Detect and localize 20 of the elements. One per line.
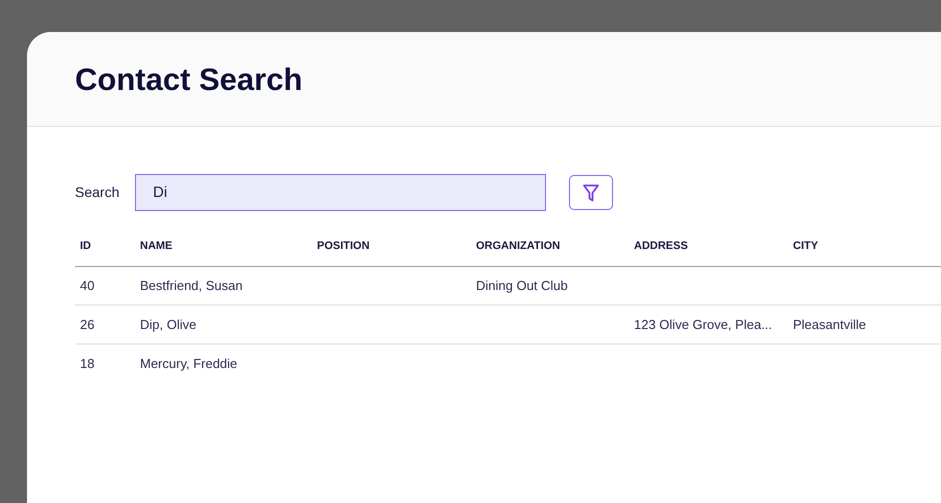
column-header[interactable]: ADDRESS xyxy=(634,240,688,252)
page-title: Contact Search xyxy=(75,60,302,99)
table-cell: 40 xyxy=(80,278,94,292)
table-cell: Dip, Olive xyxy=(140,316,196,332)
search-label: Search xyxy=(75,183,120,202)
column-header[interactable]: ORGANIZATION xyxy=(476,240,560,252)
table-cell: Bestfriend, Susan xyxy=(140,278,243,292)
search-field[interactable]: Di xyxy=(135,174,546,211)
table-cell: Mercury, Freddie xyxy=(140,356,238,372)
filter-button[interactable] xyxy=(569,175,613,210)
table-cell: Pleasantville xyxy=(793,316,866,332)
column-header[interactable]: CITY xyxy=(793,240,818,252)
table-cell: 18 xyxy=(80,356,94,372)
column-header[interactable]: NAME xyxy=(140,240,172,252)
filter-icon xyxy=(583,184,599,202)
column-header[interactable]: ID xyxy=(80,240,91,252)
table-cell: Dining Out Club xyxy=(476,278,568,292)
column-header[interactable]: POSITION xyxy=(317,240,370,252)
table-cell: 26 xyxy=(80,316,94,332)
table-cell: 123 Olive Grove, Plea... xyxy=(634,316,772,332)
